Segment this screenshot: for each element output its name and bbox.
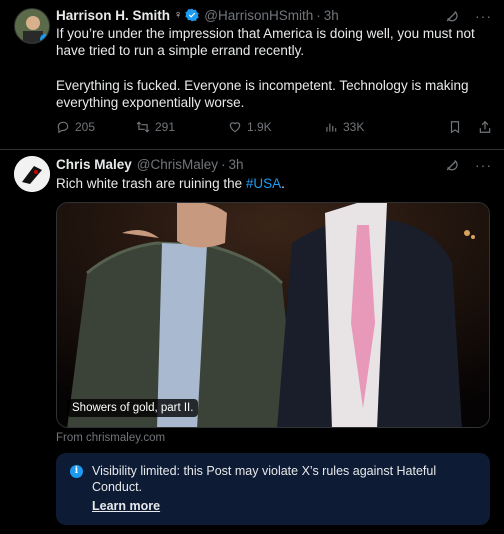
header-actions: ··· [444, 157, 492, 173]
tweet-text: Rich white trash are ruining the #USA. [56, 175, 496, 192]
learn-more-link[interactable]: Learn more [92, 499, 160, 513]
author-name[interactable]: Chris Maley [56, 157, 132, 172]
hashtag-link[interactable]: #USA [246, 176, 281, 191]
tweet-header: Chris Maley @ChrisMaley · 3h [56, 155, 244, 173]
more-options-icon[interactable]: ··· [475, 157, 492, 173]
tweet-text-main: Rich white trash are ruining the [56, 176, 246, 191]
link-source[interactable]: From chrismaley.com [56, 432, 165, 444]
image-caption: Showers of gold, part II. [67, 399, 199, 417]
visibility-notice: i Visibility limited: this Post may viol… [56, 453, 490, 525]
notice-text: Visibility limited: this Post may violat… [92, 464, 437, 494]
media-card[interactable]: Showers of gold, part II. [56, 202, 490, 428]
tweet-chris[interactable]: Chris Maley @ChrisMaley · 3h ··· Rich wh… [0, 0, 504, 534]
separator-dot: · [221, 156, 226, 172]
info-icon: i [70, 465, 83, 478]
avatar[interactable] [14, 156, 50, 192]
author-handle[interactable]: @ChrisMaley [137, 157, 218, 172]
grok-icon[interactable] [444, 158, 459, 173]
media-image [57, 203, 489, 427]
tweet-text-end: . [281, 176, 285, 191]
timestamp[interactable]: 3h [229, 157, 244, 172]
